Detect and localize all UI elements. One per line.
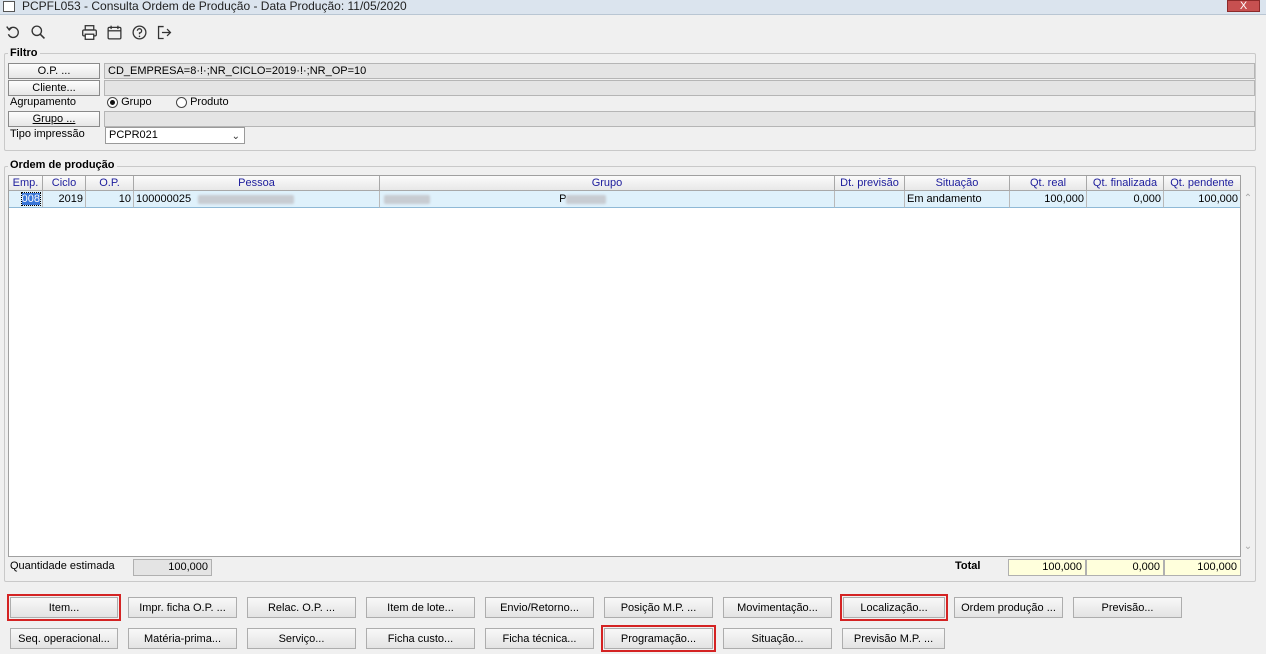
previsao-mp-button[interactable]: Previsão M.P. ...	[842, 628, 945, 649]
materia-prima-button[interactable]: Matéria-prima...	[128, 628, 237, 649]
cell-grupo[interactable]: P	[380, 191, 835, 208]
servico-button[interactable]: Serviço...	[247, 628, 356, 649]
filtro-title: Filtro	[8, 47, 40, 59]
exit-icon[interactable]	[154, 22, 174, 42]
radio-grupo[interactable]: Grupo	[107, 96, 152, 108]
app-icon	[3, 1, 15, 12]
col-op[interactable]: O.P.	[86, 176, 134, 191]
cell-dt-previsao[interactable]	[835, 191, 905, 208]
chevron-down-icon: ⌄	[231, 131, 240, 142]
cell-qt-pendente[interactable]: 100,000	[1164, 191, 1240, 208]
posicao-mp-button[interactable]: Posição M.P. ...	[604, 597, 713, 618]
grupo-filter-field[interactable]	[104, 111, 1255, 127]
redacted-name	[198, 194, 295, 204]
cliente-filter-field[interactable]	[104, 80, 1255, 96]
radio-produto[interactable]: Produto	[176, 96, 229, 108]
cell-qt-finalizada[interactable]: 0,000	[1087, 191, 1164, 208]
cell-op[interactable]: 10	[86, 191, 134, 208]
ordem-title: Ordem de produção	[8, 159, 117, 171]
situacao-button[interactable]: Situação...	[723, 628, 832, 649]
col-pessoa[interactable]: Pessoa	[134, 176, 380, 191]
col-qt-pendente[interactable]: Qt. pendente	[1164, 176, 1240, 191]
col-qt-real[interactable]: Qt. real	[1010, 176, 1087, 191]
col-dt-previsao[interactable]: Dt. previsão	[835, 176, 905, 191]
previsao-button[interactable]: Previsão...	[1073, 597, 1182, 618]
tipo-impressao-label: Tipo impressão	[10, 128, 85, 140]
radio-produto-label: Produto	[190, 96, 229, 108]
cell-ciclo[interactable]: 2019	[43, 191, 86, 208]
radio-grupo-indicator[interactable]	[107, 96, 118, 108]
col-qt-finalizada[interactable]: Qt. finalizada	[1087, 176, 1164, 191]
item-button[interactable]: Item...	[7, 594, 121, 621]
programacao-button[interactable]: Programação...	[601, 625, 716, 652]
vertical-scrollbar[interactable]: ⌃ ⌄	[1241, 175, 1255, 557]
cell-qt-real[interactable]: 100,000	[1010, 191, 1087, 208]
col-situacao[interactable]: Situação	[905, 176, 1010, 191]
col-emp[interactable]: Emp.	[9, 176, 43, 191]
col-ciclo[interactable]: Ciclo	[43, 176, 86, 191]
localizacao-button[interactable]: Localização...	[840, 594, 948, 621]
ficha-custo-button[interactable]: Ficha custo...	[366, 628, 475, 649]
op-filter-field[interactable]: CD_EMPRESA=8·!·;NR_CICLO=2019·!·;NR_OP=1…	[104, 63, 1255, 79]
item-de-lote-button[interactable]: Item de lote...	[366, 597, 475, 618]
ordem-grid[interactable]: Emp. Ciclo O.P. Pessoa Grupo Dt. previsã…	[8, 175, 1241, 557]
envio-retorno-button[interactable]: Envio/Retorno...	[485, 597, 594, 618]
total-label: Total	[955, 560, 981, 572]
help-icon[interactable]	[129, 22, 149, 42]
impr-ficha-op-button[interactable]: Impr. ficha O.P. ...	[128, 597, 237, 618]
redacted-grupo-name	[566, 194, 607, 204]
undo-icon[interactable]	[3, 22, 23, 42]
total-qt-finalizada: 0,000	[1086, 559, 1164, 576]
relac-op-button[interactable]: Relac. O.P. ...	[247, 597, 356, 618]
cell-grupo-prefix: P	[559, 193, 567, 205]
tipo-impressao-select[interactable]: PCPR021 ⌄	[105, 127, 245, 144]
seq-operacional-button[interactable]: Seq. operacional...	[10, 628, 118, 649]
window-title: PCPFL053 - Consulta Ordem de Produção - …	[22, 0, 407, 13]
cell-pessoa[interactable]: 100000025	[134, 191, 380, 208]
chevron-down-icon[interactable]: ⌄	[1241, 541, 1255, 552]
search-icon[interactable]	[28, 22, 48, 42]
title-bar: PCPFL053 - Consulta Ordem de Produção - …	[0, 0, 1266, 15]
chevron-up-icon[interactable]: ⌃	[1241, 193, 1255, 204]
quantidade-estimada-label: Quantidade estimada	[10, 560, 115, 572]
op-button[interactable]: O.P. ...	[8, 63, 100, 79]
tipo-impressao-value: PCPR021	[109, 129, 158, 141]
radio-produto-indicator[interactable]	[176, 96, 187, 108]
total-qt-pendente: 100,000	[1164, 559, 1241, 576]
cell-emp[interactable]: 008	[9, 191, 43, 208]
col-grupo[interactable]: Grupo	[380, 176, 835, 191]
cliente-button[interactable]: Cliente...	[8, 80, 100, 96]
close-button[interactable]: X	[1227, 0, 1260, 12]
redacted-grupo	[384, 194, 430, 204]
cell-pessoa-code: 100000025	[136, 193, 192, 205]
quantidade-estimada-value: 100,000	[133, 559, 212, 576]
movimentacao-button[interactable]: Movimentação...	[723, 597, 832, 618]
print-icon[interactable]	[79, 22, 99, 42]
ordem-producao-button[interactable]: Ordem produção ...	[954, 597, 1063, 618]
radio-grupo-label: Grupo	[121, 96, 152, 108]
grupo-button[interactable]: Grupo ...	[8, 111, 100, 127]
cell-situacao[interactable]: Em andamento	[905, 191, 1010, 208]
calendar-icon[interactable]	[104, 22, 124, 42]
agrupamento-label: Agrupamento	[10, 96, 77, 108]
ficha-tecnica-button[interactable]: Ficha técnica...	[485, 628, 594, 649]
total-qt-real: 100,000	[1008, 559, 1086, 576]
cell-emp-value: 008	[20, 192, 42, 206]
